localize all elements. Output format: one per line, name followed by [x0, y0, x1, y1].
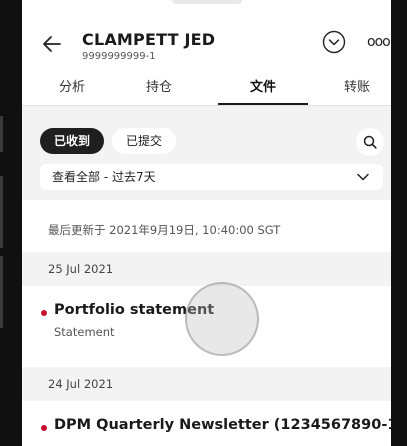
document-title: DPM Quarterly Newsletter (1234567890-1): [54, 417, 391, 433]
account-number: 9999999999-1: [82, 51, 156, 62]
search-icon: [363, 135, 377, 149]
date-group-header: 24 Jul 2021: [22, 367, 391, 401]
filter-chip-received[interactable]: 已收到: [40, 128, 104, 154]
phone-side-button: [0, 256, 3, 328]
last-updated-text: 最后更新于 2021年9月19日, 10:40:00 SGT: [48, 223, 281, 237]
phone-side-button: [0, 116, 3, 152]
notch: [171, 0, 242, 4]
tab-holdings[interactable]: 持仓: [134, 78, 184, 106]
tab-transfer[interactable]: 转账: [322, 78, 391, 106]
document-type: Statement: [54, 325, 115, 339]
search-button[interactable]: [356, 128, 384, 156]
tab-analysis[interactable]: 分析: [47, 78, 97, 106]
tab-bar: 分析 持仓 文件 转账: [22, 78, 391, 106]
date-group-header: 25 Jul 2021: [22, 252, 391, 286]
arrow-left-icon[interactable]: [40, 32, 64, 56]
period-dropdown[interactable]: 查看全部 - 过去7天: [40, 164, 383, 190]
app-screen: CLAMPETT JED 9999999999-1 ooo 分析 持仓 文件 转…: [22, 0, 391, 446]
tab-documents[interactable]: 文件: [218, 78, 308, 106]
active-tab-indicator: [218, 103, 308, 105]
account-name: CLAMPETT JED: [82, 30, 216, 49]
filter-chip-submitted[interactable]: 已提交: [112, 128, 176, 154]
chevron-down-icon: [357, 173, 369, 181]
period-label: 查看全部 - 过去7天: [52, 170, 156, 184]
phone-side-button: [0, 176, 3, 248]
filter-panel: 已收到 已提交 查看全部 - 过去7天: [22, 106, 391, 200]
touch-indicator: [185, 282, 259, 356]
account-header: CLAMPETT JED 9999999999-1 ooo: [22, 22, 391, 72]
document-row[interactable]: DPM Quarterly Newsletter (1234567890-1): [22, 405, 391, 446]
unread-dot: [41, 310, 47, 316]
phone-bezel-left: [0, 0, 22, 446]
ellipsis-icon[interactable]: ooo: [367, 32, 391, 52]
chevron-down-circle-icon[interactable]: [322, 30, 346, 54]
phone-bezel-right: [391, 0, 407, 446]
unread-dot: [41, 425, 47, 431]
